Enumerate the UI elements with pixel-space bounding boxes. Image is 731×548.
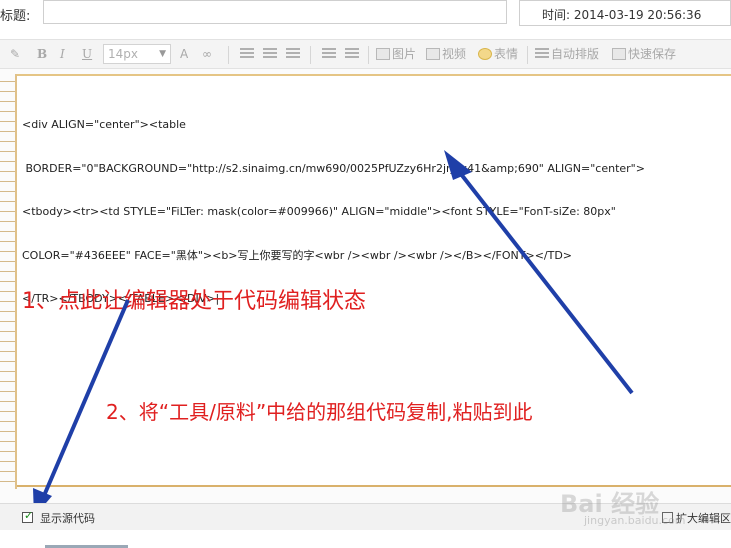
toolbar-divider (228, 46, 229, 64)
bold-button[interactable]: B (37, 46, 47, 62)
quick-save-label: 快速保存 (628, 47, 677, 61)
auto-layout-button[interactable]: 自动排版 (535, 46, 599, 62)
underline-button[interactable]: U (82, 46, 92, 62)
text-color-icon[interactable]: A (180, 46, 188, 62)
checkmark-icon: ✓ (24, 509, 34, 522)
font-size-select[interactable]: 14px ▼ (103, 44, 171, 64)
link-icon[interactable]: ∞ (202, 46, 212, 62)
baidu-watermark-url: jingyan.baidu.com (584, 514, 686, 527)
time-field[interactable]: 时间: 2014-03-19 20:56:36 (519, 0, 731, 26)
toolbar-divider (310, 46, 311, 64)
smiley-icon (478, 48, 492, 60)
video-icon (426, 48, 440, 60)
code-line: <div ALIGN="center"><table (22, 118, 186, 131)
align-left-icon[interactable] (240, 46, 256, 62)
vertical-ruler (0, 74, 17, 489)
insert-image-button[interactable]: 图片 (376, 46, 416, 62)
editor-toolbar: ✎ B I U 14px ▼ A ∞ 图片 视频 表情 自动排版 快速保存 (0, 39, 731, 69)
toolbar-divider (368, 46, 369, 64)
image-label: 图片 (392, 47, 417, 61)
font-size-value: 14px (108, 47, 138, 61)
time-label: 时间: (542, 8, 571, 22)
show-source-label[interactable]: 显示源代码 (40, 510, 95, 526)
insert-emoji-button[interactable]: 表情 (478, 46, 518, 62)
code-line: BORDER="0"BACKGROUND="http://s2.sinaimg.… (22, 161, 645, 175)
code-line: <tbody><tr><td STYLE="FiLTer: mask(color… (22, 205, 616, 218)
annotation-step-2: 2、将“工具/原料”中给的那组代码复制,粘贴到此 (106, 400, 533, 424)
numbered-list-icon[interactable] (345, 46, 361, 62)
emoji-label: 表情 (494, 47, 519, 61)
save-icon (612, 48, 626, 60)
align-center-icon[interactable] (263, 46, 279, 62)
layout-icon (535, 48, 549, 60)
quick-save-button[interactable]: 快速保存 (612, 46, 676, 62)
align-right-icon[interactable] (286, 46, 302, 62)
bullet-list-icon[interactable] (322, 46, 338, 62)
show-source-checkbox[interactable]: ✓ (22, 509, 34, 523)
code-line: COLOR="#436EEE" FACE="黑体"><b>写上你要写的字<wbr… (22, 248, 573, 262)
source-code-editor[interactable]: <div ALIGN="center"><table BORDER="0"BAC… (17, 74, 731, 487)
annotation-step-1: 1、点此让编辑器处于代码编辑状态 (22, 289, 366, 314)
time-value: 2014-03-19 20:56:36 (573, 8, 702, 22)
title-bar: 标题: 时间: 2014-03-19 20:56:36 (0, 0, 731, 34)
title-label: 标题: (0, 9, 31, 24)
chevron-down-icon: ▼ (159, 49, 166, 59)
title-input[interactable] (43, 0, 507, 24)
image-icon (376, 48, 390, 60)
insert-video-button[interactable]: 视频 (426, 46, 466, 62)
italic-button[interactable]: I (60, 46, 65, 62)
auto-layout-label: 自动排版 (551, 47, 600, 61)
format-clear-icon[interactable]: ✎ (10, 46, 20, 62)
video-label: 视频 (442, 47, 467, 61)
toolbar-divider (527, 46, 528, 64)
